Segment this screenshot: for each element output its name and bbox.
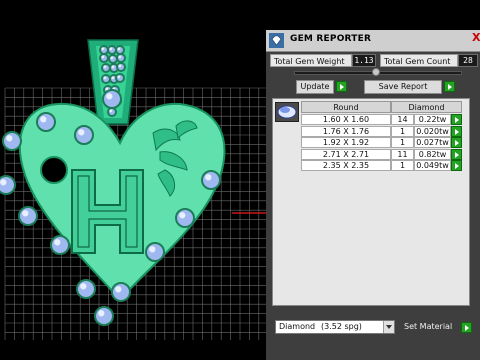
gem-stone bbox=[101, 63, 111, 73]
row-count: 1 bbox=[391, 160, 414, 171]
gem-highlight bbox=[179, 212, 186, 219]
panel-title: GEM REPORTER bbox=[290, 34, 372, 44]
material-select[interactable]: Diamond (3.52 spg) bbox=[275, 320, 395, 334]
gem-highlight bbox=[103, 65, 107, 69]
gem-highlight bbox=[117, 75, 121, 79]
row-size: 2.71 X 2.71 bbox=[301, 148, 391, 160]
gem-stone bbox=[76, 279, 96, 299]
gem-highlight bbox=[110, 56, 114, 60]
gem-stone bbox=[94, 306, 114, 326]
gem-highlight bbox=[101, 47, 105, 51]
gem-highlight bbox=[118, 55, 122, 59]
update-button[interactable]: Update bbox=[296, 80, 334, 94]
gem-highlight bbox=[117, 47, 121, 51]
row-count: 14 bbox=[391, 114, 414, 125]
gem-highlight bbox=[80, 283, 87, 290]
gem-stone bbox=[102, 89, 122, 109]
gem-highlight bbox=[149, 246, 156, 253]
gem-highlight bbox=[111, 65, 115, 69]
gem-stone bbox=[108, 54, 118, 64]
row-play-icon[interactable] bbox=[451, 137, 462, 148]
gem-stone bbox=[116, 53, 126, 63]
gem-highlight bbox=[109, 47, 113, 51]
row-weight: 0.049tw bbox=[414, 160, 451, 171]
gem-highlight bbox=[106, 93, 113, 100]
row-count: 11 bbox=[391, 148, 414, 160]
total-gem-count-value: 28 bbox=[458, 54, 478, 67]
row-weight: 0.82tw bbox=[414, 148, 451, 160]
diamond-thumbnail-icon[interactable] bbox=[275, 102, 299, 122]
gem-stone bbox=[50, 235, 70, 255]
close-icon[interactable]: X bbox=[472, 31, 480, 49]
gem-stone bbox=[18, 206, 38, 226]
gem-stone bbox=[115, 45, 125, 55]
gem-stone bbox=[2, 131, 22, 151]
total-gem-weight-label: Total Gem Weight bbox=[270, 54, 352, 67]
3d-viewport[interactable] bbox=[0, 0, 266, 360]
gem-highlight bbox=[101, 55, 105, 59]
gem-highlight bbox=[54, 239, 61, 246]
gem-stone bbox=[107, 45, 117, 55]
material-spg: (3.52 spg) bbox=[321, 322, 362, 331]
row-size: 2.35 X 2.35 bbox=[301, 160, 391, 171]
row-size: 1.60 X 1.60 bbox=[301, 114, 391, 125]
heart-hole bbox=[40, 156, 68, 184]
gem-highlight bbox=[205, 174, 212, 181]
material-name: Diamond bbox=[279, 322, 316, 331]
gem-stone bbox=[36, 112, 56, 132]
gem-stone bbox=[115, 73, 125, 83]
gem-highlight bbox=[118, 64, 122, 68]
gem-stone bbox=[101, 74, 111, 84]
total-gem-count-label: Total Gem Count bbox=[380, 54, 458, 67]
gem-reporter-icon bbox=[269, 33, 284, 48]
gem-highlight bbox=[6, 135, 13, 142]
set-material-play-icon[interactable] bbox=[461, 322, 472, 333]
row-play-icon[interactable] bbox=[451, 114, 462, 125]
gem-stone bbox=[201, 170, 221, 190]
gem-stone bbox=[74, 125, 94, 145]
row-weight: 0.027tw bbox=[414, 137, 451, 148]
row-weight: 0.22tw bbox=[414, 114, 451, 125]
gem-stone bbox=[175, 208, 195, 228]
row-play-icon[interactable] bbox=[451, 148, 462, 160]
row-play-icon[interactable] bbox=[451, 160, 462, 171]
column-header-diamond: Diamond bbox=[391, 101, 462, 113]
row-play-icon[interactable] bbox=[451, 125, 462, 137]
gem-highlight bbox=[103, 76, 107, 80]
gem-stone bbox=[99, 53, 109, 63]
pendant-bail bbox=[87, 39, 139, 125]
gem-highlight bbox=[111, 76, 115, 80]
gem-stone bbox=[107, 107, 117, 117]
gem-highlight bbox=[40, 116, 47, 123]
set-material-button[interactable]: Set Material bbox=[404, 322, 452, 331]
total-gem-weight-value: 1.13 bbox=[352, 54, 376, 67]
row-size: 1.76 X 1.76 bbox=[301, 125, 391, 137]
update-play-icon[interactable] bbox=[336, 81, 347, 92]
gem-highlight bbox=[22, 210, 29, 217]
dropdown-arrow-icon[interactable] bbox=[383, 321, 394, 333]
row-weight: 0.020tw bbox=[414, 125, 451, 137]
gem-stone bbox=[99, 45, 109, 55]
gem-highlight bbox=[78, 129, 85, 136]
save-report-button[interactable]: Save Report bbox=[364, 80, 442, 94]
size-slider-thumb[interactable] bbox=[372, 68, 380, 76]
gem-highlight bbox=[105, 87, 109, 91]
gem-stone bbox=[111, 282, 131, 302]
gem-highlight bbox=[0, 179, 7, 186]
viewport-scene bbox=[0, 39, 266, 340]
panel-titlebar[interactable]: GEM REPORTER X bbox=[266, 30, 480, 52]
row-count: 1 bbox=[391, 125, 414, 137]
column-header-round: Round bbox=[301, 101, 391, 113]
gem-stone bbox=[116, 62, 126, 72]
row-size: 1.92 X 1.92 bbox=[301, 137, 391, 148]
row-count: 1 bbox=[391, 137, 414, 148]
save-report-play-icon[interactable] bbox=[444, 81, 455, 92]
gem-stone bbox=[145, 242, 165, 262]
gem-highlight bbox=[98, 310, 105, 317]
gem-highlight bbox=[109, 109, 113, 113]
gem-highlight bbox=[115, 286, 122, 293]
